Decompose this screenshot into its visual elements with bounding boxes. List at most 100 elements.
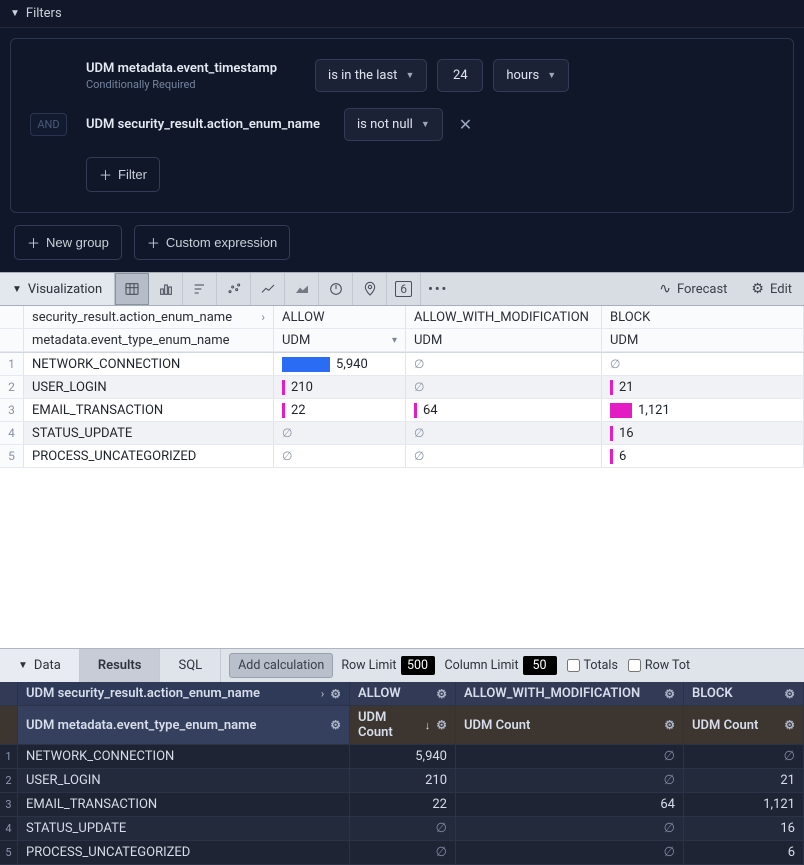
row-limit-input[interactable]: 500	[401, 656, 435, 675]
measure-col-0[interactable]: UDM ▾	[274, 329, 406, 351]
cell[interactable]: ∅	[684, 745, 804, 768]
row-dimension[interactable]: NETWORK_CONNECTION	[24, 353, 274, 375]
cell[interactable]: ∅	[406, 445, 602, 467]
cell[interactable]: ∅	[456, 817, 684, 840]
row-dimension[interactable]: STATUS_UPDATE	[18, 817, 350, 840]
tab-sql[interactable]: SQL	[160, 649, 221, 682]
new-group-button[interactable]: ＋ New group	[14, 225, 122, 260]
cell[interactable]: 5,940	[274, 353, 406, 375]
viz-more-icon[interactable]: •••	[421, 273, 455, 305]
viz-gauge-icon[interactable]	[319, 273, 353, 305]
gear-icon[interactable]: ⚙	[784, 687, 795, 701]
viz-area-icon[interactable]	[285, 273, 319, 305]
dgrid-col-2[interactable]: BLOCK ⚙	[684, 682, 804, 705]
cell[interactable]: 22	[350, 793, 456, 816]
measure-col-2[interactable]: UDM	[602, 329, 804, 351]
cell[interactable]: ∅	[456, 769, 684, 792]
cell[interactable]: 1,121	[684, 793, 804, 816]
filter-op-0[interactable]: is in the last ▼	[315, 59, 427, 92]
gear-icon[interactable]: ⚙	[664, 687, 675, 701]
cell-value: 6	[788, 845, 795, 860]
data-header[interactable]: ▼ Data	[0, 649, 80, 682]
remove-filter-icon[interactable]: ✕	[453, 115, 478, 134]
gear-icon[interactable]: ⚙	[330, 687, 341, 701]
row-dimension[interactable]: STATUS_UPDATE	[24, 422, 274, 444]
column-limit-input[interactable]: 50	[523, 656, 557, 675]
filter-row-0: UDM metadata.event_timestamp Conditional…	[17, 51, 781, 100]
add-calculation-button[interactable]: Add calculation	[229, 653, 333, 678]
filters-header[interactable]: ▼ Filters	[0, 0, 804, 28]
cell[interactable]: 22	[274, 399, 406, 421]
viz-bar-icon[interactable]	[149, 273, 183, 305]
row-dimension[interactable]: EMAIL_TRANSACTION	[18, 793, 350, 816]
null-value: ∅	[610, 357, 620, 371]
gear-icon[interactable]: ⚙	[664, 718, 675, 732]
dgrid-pivot-field[interactable]: UDM security_result.action_enum_name › ⚙	[18, 682, 350, 705]
filter-unit-0[interactable]: hours ▼	[493, 59, 569, 92]
cell[interactable]: 21	[602, 376, 804, 398]
totals-checkbox[interactable]: Totals	[567, 658, 618, 673]
filter-op-1[interactable]: is not null ▼	[344, 108, 443, 141]
gear-icon[interactable]: ⚙	[436, 718, 447, 732]
forecast-button[interactable]: ∿ Forecast	[647, 281, 739, 297]
cell[interactable]: 210	[274, 376, 406, 398]
edit-button[interactable]: ⚙ Edit	[739, 281, 804, 297]
dgrid-col-1[interactable]: ALLOW_WITH_MODIFICATION ⚙	[456, 682, 684, 705]
add-filter-button[interactable]: ＋ Filter	[86, 157, 160, 192]
viz-table-icon[interactable]	[115, 273, 149, 305]
dgrid-row-field[interactable]: UDM metadata.event_type_enum_name ⚙	[18, 706, 350, 744]
cell[interactable]: ∅	[406, 376, 602, 398]
pivot-col-2[interactable]: BLOCK	[602, 306, 804, 328]
cell[interactable]: ∅	[274, 445, 406, 467]
cell[interactable]: ∅	[406, 422, 602, 444]
viz-hbar-icon[interactable]	[183, 273, 217, 305]
visualization-header[interactable]: ▼ Visualization	[0, 273, 115, 305]
row-index: 1	[0, 745, 18, 768]
row-dimension[interactable]: EMAIL_TRANSACTION	[24, 399, 274, 421]
row-index: 4	[0, 817, 18, 840]
cell[interactable]: 16	[684, 817, 804, 840]
cell-value: 64	[660, 797, 675, 812]
gear-icon[interactable]: ⚙	[330, 718, 341, 732]
dgrid-measure-1[interactable]: UDM Count ⚙	[456, 706, 684, 744]
gear-icon[interactable]: ⚙	[784, 718, 795, 732]
row-dimension[interactable]: PROCESS_UNCATEGORIZED	[24, 445, 274, 467]
cell[interactable]: 210	[350, 769, 456, 792]
viz-map-icon[interactable]	[353, 273, 387, 305]
cell[interactable]: ∅	[274, 422, 406, 444]
row-dimension[interactable]: NETWORK_CONNECTION	[18, 745, 350, 768]
row-field-header[interactable]: metadata.event_type_enum_name	[24, 329, 274, 351]
dgrid-col-0[interactable]: ALLOW ⚙	[350, 682, 456, 705]
cell[interactable]: 21	[684, 769, 804, 792]
row-totals-checkbox[interactable]: Row Tot	[628, 658, 690, 673]
tab-results[interactable]: Results	[80, 649, 161, 682]
gear-icon[interactable]: ⚙	[436, 687, 447, 701]
viz-scatter-icon[interactable]	[217, 273, 251, 305]
cell[interactable]: 1,121	[602, 399, 804, 421]
viz-single-value-icon[interactable]: 6	[387, 273, 421, 305]
dgrid-measure-0[interactable]: UDM Count ↓ ⚙	[350, 706, 456, 744]
cell[interactable]: 64	[456, 793, 684, 816]
cell[interactable]: ∅	[456, 745, 684, 768]
null-value: ∅	[282, 426, 292, 440]
cell[interactable]: ∅	[602, 353, 804, 375]
row-dimension[interactable]: USER_LOGIN	[24, 376, 274, 398]
cell[interactable]: 16	[602, 422, 804, 444]
cell[interactable]: 5,940	[350, 745, 456, 768]
cell[interactable]: 6	[602, 445, 804, 467]
custom-expression-button[interactable]: ＋ Custom expression	[134, 225, 290, 260]
caret-down-icon: ▼	[12, 284, 22, 295]
cell[interactable]: ∅	[350, 817, 456, 840]
pivot-field-header[interactable]: security_result.action_enum_name ›	[24, 306, 274, 328]
dgrid-measure-2[interactable]: UDM Count ⚙	[684, 706, 804, 744]
filter-value-0[interactable]: 24	[437, 59, 483, 92]
row-dimension[interactable]: USER_LOGIN	[18, 769, 350, 792]
pivot-col-0[interactable]: ALLOW	[274, 306, 406, 328]
cell[interactable]: ∅	[406, 353, 602, 375]
plus-icon: ＋	[99, 165, 112, 184]
filter-sub-0: Conditionally Required	[86, 78, 277, 91]
pivot-col-1[interactable]: ALLOW_WITH_MODIFICATION	[406, 306, 602, 328]
viz-line-icon[interactable]	[251, 273, 285, 305]
cell[interactable]: 64	[406, 399, 602, 421]
measure-col-1[interactable]: UDM	[406, 329, 602, 351]
